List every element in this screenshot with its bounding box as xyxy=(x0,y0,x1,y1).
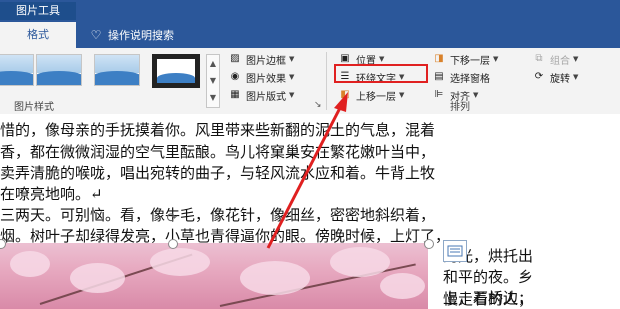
bring-forward-icon: ◧ xyxy=(340,89,350,100)
picture-border-button[interactable]: ▨ 图片边框 ▼ xyxy=(228,50,294,68)
picture-layout-label: 图片版式 xyxy=(246,91,286,103)
blossom-shape xyxy=(70,263,125,293)
rotate-icon: ⟳ xyxy=(534,71,544,82)
picture-border-label: 图片边框 xyxy=(246,55,286,67)
picture-style-option[interactable] xyxy=(36,54,82,86)
picture-style-option[interactable] xyxy=(94,54,140,86)
dialog-launcher-icon[interactable]: ↘ xyxy=(314,100,322,110)
ribbon-body: ▲ ▼ ▼ ▨ 图片边框 ▼ ◉ 图片效果 ▼ ▦ 图片版式 ▼ 图片样式 ↘ … xyxy=(0,48,620,115)
picture-style-option-selected[interactable] xyxy=(152,54,200,88)
rotate-handle-icon[interactable]: ⟳ xyxy=(163,210,181,228)
chevron-down-icon: ▼ xyxy=(379,55,385,63)
send-backward-icon: ◨ xyxy=(434,53,444,64)
picture-tools-label: 图片工具 xyxy=(0,2,76,20)
chevron-down-icon: ▼ xyxy=(473,91,479,99)
blossom-shape xyxy=(330,247,390,277)
layout-options-icon[interactable] xyxy=(443,240,467,262)
lightbulb-icon: ♡ xyxy=(90,28,102,42)
text-line: 香，都在微微润湿的空气里酝酿。鸟儿将窠巢安在繁花嫩叶当中， xyxy=(0,143,436,161)
text-line: 在嘹亮地响。↵ xyxy=(0,185,103,203)
border-icon: ▨ xyxy=(230,53,240,64)
text-line: 卖弄清脆的喉咙，唱出宛转的曲子，与轻风流水应和着。牛背上牧 xyxy=(0,164,436,182)
align-icon: ⊫ xyxy=(434,89,444,100)
side-text-line: 慢走着的人； xyxy=(443,290,534,308)
blossom-shape xyxy=(240,261,310,295)
scroll-up-icon[interactable]: ▲ xyxy=(207,55,219,72)
side-text-line: 和平的夜。乡 xyxy=(443,268,534,286)
gallery-more-icon[interactable]: ▼ xyxy=(207,89,219,106)
wrap-text-highlight xyxy=(334,64,428,83)
picture-effects-label: 图片效果 xyxy=(246,73,286,85)
tab-format[interactable]: 格式 xyxy=(0,22,76,48)
group-label: 组合 xyxy=(550,55,570,67)
chevron-down-icon: ▼ xyxy=(289,55,295,63)
resize-handle[interactable] xyxy=(424,239,434,249)
group-button[interactable]: ⧉ 组合 ▼ xyxy=(532,50,578,68)
tell-me-label: 操作说明搜索 xyxy=(108,29,174,42)
bring-forward-button[interactable]: ◧ 上移一层 ▼ xyxy=(338,86,404,104)
send-backward-button[interactable]: ◨ 下移一层 ▼ xyxy=(432,50,498,68)
rotate-label: 旋转 xyxy=(550,73,570,85)
arrange-group-label: 排列 xyxy=(450,102,470,113)
chevron-down-icon: ▼ xyxy=(289,91,295,99)
text-line: 三两天。可别恼。看，像牛毛，像花针，像细丝，密密地斜织着， xyxy=(0,206,436,224)
picture-style-option[interactable] xyxy=(0,54,34,86)
blossom-shape xyxy=(380,273,425,299)
gallery-scroll[interactable]: ▲ ▼ ▼ xyxy=(206,54,220,108)
send-backward-label: 下移一层 xyxy=(450,55,490,67)
group-divider xyxy=(326,52,327,110)
rotate-button[interactable]: ⟳ 旋转 ▼ xyxy=(532,68,579,86)
layout-icon: ▦ xyxy=(230,89,240,100)
selection-pane-button[interactable]: ▤ 选择窗格 xyxy=(432,68,490,86)
scroll-down-icon[interactable]: ▼ xyxy=(207,72,219,89)
selection-pane-icon: ▤ xyxy=(434,71,444,82)
blossom-shape xyxy=(10,251,50,277)
selection-pane-label: 选择窗格 xyxy=(450,73,490,85)
picture-effects-button[interactable]: ◉ 图片效果 ▼ xyxy=(228,68,295,86)
text-line: 惜的，像母亲的手抚摸着你。风里带来些新翻的泥土的气息，混着 xyxy=(0,121,436,139)
chevron-down-icon: ▼ xyxy=(493,55,499,63)
chevron-down-icon: ▼ xyxy=(399,91,405,99)
inserted-picture[interactable] xyxy=(0,243,428,309)
resize-handle[interactable] xyxy=(168,239,178,249)
effects-icon: ◉ xyxy=(230,71,240,82)
chevron-down-icon: ▼ xyxy=(289,73,295,81)
picture-styles-group-label: 图片样式 xyxy=(14,102,54,113)
chevron-down-icon: ▼ xyxy=(573,73,579,81)
chevron-down-icon: ▼ xyxy=(573,55,579,63)
group-icon: ⧉ xyxy=(535,53,543,64)
ribbon-tab-bar: 图片工具 格式 ♡ 操作说明搜索 xyxy=(0,0,620,48)
bring-forward-label: 上移一层 xyxy=(356,91,396,103)
picture-layout-button[interactable]: ▦ 图片版式 ▼ xyxy=(228,86,294,104)
tell-me-search[interactable]: ♡ 操作说明搜索 xyxy=(88,22,174,48)
blossom-shape xyxy=(150,248,210,276)
